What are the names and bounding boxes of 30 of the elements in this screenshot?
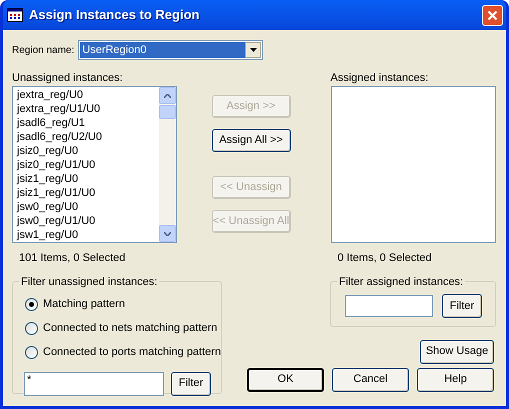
- list-item[interactable]: jsw0_reg/U1/U0: [17, 214, 158, 228]
- list-item[interactable]: jsiz0_reg/U0: [17, 144, 158, 158]
- assigned-status: 0 Items, 0 Selected: [338, 251, 433, 266]
- dialog-button[interactable]: Help: [417, 368, 494, 392]
- list-item[interactable]: jsw1_reg/U0: [17, 228, 158, 242]
- pattern-field[interactable]: *: [24, 372, 164, 396]
- window-title: Assign Instances to Region: [29, 6, 200, 24]
- list-label: Unassigned instances:: [12, 72, 124, 86]
- region-label: Region name:: [12, 44, 74, 58]
- radio-label: Connected to ports matching pattern: [43, 345, 221, 360]
- list-item[interactable]: jsiz1_reg/U1/U0: [17, 186, 158, 200]
- list-item[interactable]: jsadl6_reg/U1: [17, 116, 158, 130]
- list-item[interactable]: jsiz1_reg/U0: [17, 172, 158, 186]
- unassigned-status: 101 Items, 0 Selected: [19, 251, 126, 266]
- dialog-button[interactable]: Assign All >>: [212, 129, 290, 152]
- unassigned-list[interactable]: jextra_reg/U0 jextra_reg/U1/U0 jsadl6_reg/U1 jsadl6_reg/U2/U0 jsiz0_reg/U0 jsiz0_reg/U1/U0 jsiz1_reg/U0 jsiz1_reg/U1/U0 jsw0_reg/U0 jsw0_reg/U1/U0 jsw1_reg/U0: [12, 86, 176, 243]
- radio-label: Connected to nets matching pattern: [43, 321, 218, 336]
- list-item[interactable]: jextra_reg/U1/U0: [17, 102, 158, 116]
- list-item[interactable]: jsiz0_reg/U1/U0: [17, 158, 158, 172]
- list-label: Assigned instances:: [330, 72, 430, 86]
- list-item[interactable]: jsw0_reg/U0: [17, 200, 158, 214]
- default-button[interactable]: OK: [247, 368, 324, 392]
- list-item[interactable]: jextra_reg/U0: [17, 88, 158, 102]
- dialog-button[interactable]: Filter: [171, 372, 211, 396]
- dialog-button[interactable]: Cancel: [332, 368, 409, 392]
- radio-label: Matching pattern: [43, 297, 125, 312]
- region-combo[interactable]: UserRegion0: [78, 40, 264, 60]
- list-item[interactable]: jsadl6_reg/U2/U0: [17, 130, 158, 144]
- dialog-button[interactable]: Show Usage: [420, 340, 494, 364]
- dialog-button[interactable]: Filter: [442, 294, 482, 318]
